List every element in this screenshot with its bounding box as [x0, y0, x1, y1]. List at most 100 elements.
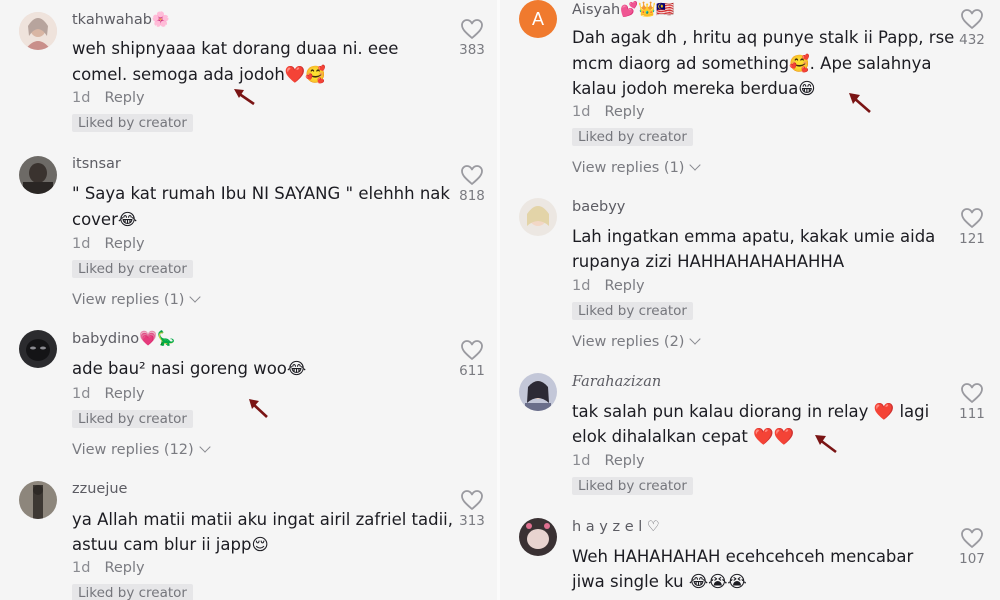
comment-time: 1d	[572, 104, 591, 120]
comment-text-line: comel. semoga ada jodoh❤️🥰	[72, 65, 326, 84]
like-control[interactable]: 121	[952, 207, 992, 247]
comment-meta: 1d Reply	[572, 104, 645, 120]
avatar[interactable]	[19, 156, 57, 194]
reply-button[interactable]: Reply	[104, 90, 144, 106]
comment-meta: 1d Reply	[72, 560, 145, 576]
comment-username[interactable]: baebyy	[572, 199, 625, 215]
comment-text-line: astuu cam blur ii japp😌	[72, 535, 269, 554]
avatar[interactable]	[519, 518, 557, 556]
reply-button[interactable]: Reply	[104, 560, 144, 576]
view-replies-label: View replies (1)	[572, 160, 685, 176]
like-count: 432	[959, 32, 985, 48]
comment-time: 1d	[72, 386, 91, 402]
heart-outline-icon[interactable]	[960, 382, 984, 404]
red-arrow-icon	[815, 435, 837, 454]
red-arrow-icon	[849, 93, 871, 113]
reply-button[interactable]: Reply	[604, 278, 644, 294]
reply-button[interactable]: Reply	[604, 453, 644, 469]
comment-text-line: Dah agak dh , hritu aq punye stalk ii Pa…	[572, 28, 955, 47]
reply-button[interactable]: Reply	[104, 236, 144, 252]
liked-by-creator-badge: Liked by creator	[72, 260, 193, 278]
avatar[interactable]	[19, 481, 57, 519]
view-replies-label: View replies (2)	[572, 334, 685, 350]
comment-username[interactable]: Farahazizan	[572, 374, 661, 390]
reply-button[interactable]: Reply	[104, 386, 144, 402]
comment-username[interactable]: Aisyah💕👑🇲🇾	[572, 1, 674, 18]
view-replies-label: View replies (12)	[72, 442, 194, 458]
like-count: 383	[459, 42, 485, 58]
liked-by-creator-badge: Liked by creator	[72, 584, 193, 600]
heart-outline-icon[interactable]	[960, 207, 984, 229]
comment-text-line: jiwa single ku 😂😭😭	[572, 572, 747, 591]
comments-column-right: A Aisyah💕👑🇲🇾 Dah agak dh , hritu aq puny…	[500, 0, 1000, 600]
liked-by-creator-badge: Liked by creator	[72, 410, 193, 428]
comment-text-line: cover😂	[72, 210, 138, 229]
like-control[interactable]: 313	[452, 489, 492, 529]
chevron-down-icon	[689, 159, 702, 171]
comment-username[interactable]: h a y z e l ♡	[572, 519, 660, 535]
comment-meta: 1d Reply	[72, 386, 145, 402]
comment-meta: 1d Reply	[572, 278, 645, 294]
avatar-letter: A	[531, 8, 544, 29]
view-replies-button[interactable]: View replies (12)	[72, 441, 211, 458]
avatar[interactable]	[19, 330, 57, 368]
comment-username[interactable]: itsnsar	[72, 156, 121, 172]
comment-time: 1d	[72, 236, 91, 252]
like-count: 818	[459, 188, 485, 204]
heart-outline-icon[interactable]	[460, 164, 484, 186]
comment-time: 1d	[72, 560, 91, 576]
avatar[interactable]	[519, 198, 557, 236]
view-replies-button[interactable]: View replies (1)	[72, 291, 202, 308]
like-control[interactable]: 111	[952, 382, 992, 422]
like-count: 313	[459, 513, 485, 529]
reply-button[interactable]: Reply	[604, 104, 644, 120]
avatar[interactable]	[519, 373, 557, 411]
like-control[interactable]: 107	[952, 527, 992, 567]
like-count: 107	[959, 551, 985, 567]
like-control[interactable]: 432	[952, 8, 992, 48]
like-control[interactable]: 383	[452, 18, 492, 58]
like-control[interactable]: 611	[452, 339, 492, 379]
comment-meta: 1d Reply	[72, 90, 145, 106]
heart-outline-icon[interactable]	[460, 18, 484, 40]
comment-text-line: elok dihalalkan cepat ❤️❤️	[572, 427, 795, 446]
liked-by-creator-badge: Liked by creator	[572, 128, 693, 146]
heart-outline-icon[interactable]	[460, 339, 484, 361]
comment-meta: 1d Reply	[572, 453, 645, 469]
comment-text-line: ya Allah matii matii aku ingat airil zaf…	[72, 510, 454, 529]
comment-text-line: Weh HAHAHAHAH ecehcehceh mencabar	[572, 547, 914, 566]
avatar[interactable]	[19, 12, 57, 50]
liked-by-creator-badge: Liked by creator	[72, 114, 193, 132]
comment-text-line: kalau jodoh mereka berdua😁	[572, 79, 816, 98]
red-arrow-icon	[249, 399, 268, 418]
like-control[interactable]: 818	[452, 164, 492, 204]
comment-username[interactable]: tkahwahab🌸	[72, 11, 170, 28]
chevron-down-icon	[189, 291, 202, 303]
like-count: 611	[459, 363, 485, 379]
comment-meta: 1d Reply	[72, 236, 145, 252]
chevron-down-icon	[199, 441, 211, 453]
liked-by-creator-badge: Liked by creator	[572, 477, 693, 495]
heart-outline-icon[interactable]	[960, 8, 984, 30]
like-count: 121	[959, 231, 985, 247]
comments-column-left: tkahwahab🌸 weh shipnyaaa kat dorang duaa…	[0, 0, 500, 600]
comment-time: 1d	[572, 278, 591, 294]
comment-username[interactable]: zzuejue	[72, 481, 127, 497]
comment-text-line: " Saya kat rumah Ibu NI SAYANG " elehhh …	[72, 184, 450, 203]
comment-time: 1d	[572, 453, 591, 469]
comment-text-line: mcm diaorg ad something🥰. Ape salahnya	[572, 54, 932, 73]
like-count: 111	[959, 406, 985, 422]
comment-username[interactable]: babydino💗🦕	[72, 330, 175, 347]
view-replies-button[interactable]: View replies (2)	[572, 333, 702, 350]
heart-outline-icon[interactable]	[460, 489, 484, 511]
comment-text-line: weh shipnyaaa kat dorang duaa ni. eee	[72, 39, 399, 58]
avatar[interactable]: A	[519, 0, 557, 38]
comment-text-line: tak salah pun kalau diorang in relay ❤️ …	[572, 402, 930, 421]
heart-outline-icon[interactable]	[960, 527, 984, 549]
red-arrow-icon	[234, 89, 255, 106]
comment-text-line: ade bau² nasi goreng woo😂	[72, 359, 307, 378]
comment-time: 1d	[72, 90, 91, 106]
chevron-down-icon	[689, 333, 702, 345]
view-replies-button[interactable]: View replies (1)	[572, 159, 702, 176]
view-replies-label: View replies (1)	[72, 292, 185, 308]
